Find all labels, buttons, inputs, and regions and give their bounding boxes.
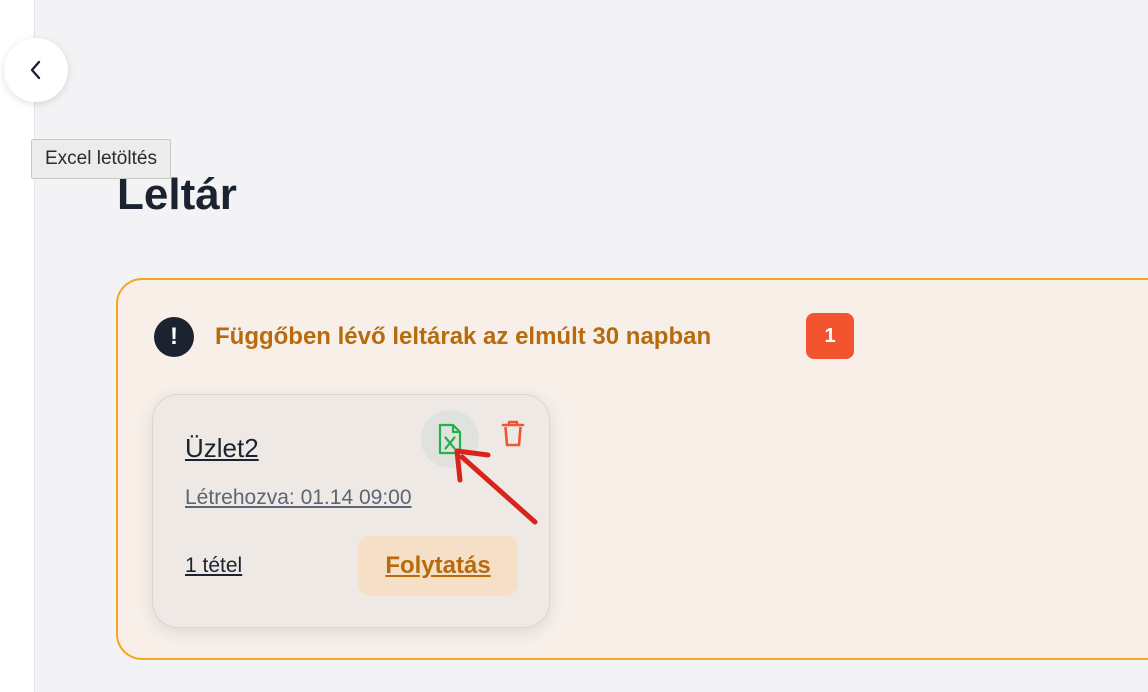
excel-download-button[interactable] xyxy=(421,410,479,468)
left-sidebar-strip xyxy=(0,0,35,692)
pending-inventories-heading: Függőben lévő leltárak az elmúlt 30 napb… xyxy=(215,323,712,350)
item-count-link[interactable]: 1 tétel xyxy=(185,554,242,578)
collapse-sidebar-button[interactable] xyxy=(4,38,68,102)
continue-button[interactable]: Folytatás xyxy=(358,536,518,596)
trash-icon xyxy=(501,420,525,447)
page-title: Leltár xyxy=(117,170,237,219)
exclamation-circle-icon: ! xyxy=(154,317,194,357)
pending-inventories-panel: ! Függőben lévő leltárak az elmúlt 30 na… xyxy=(116,278,1148,660)
pending-count-badge: 1 xyxy=(806,313,854,359)
inventory-card: Üzlet2 Létrehozva: 01.14 09:00 1 tétel F… xyxy=(152,394,550,628)
page: Excel letöltés Leltár ! Függőben lévő le… xyxy=(0,0,1148,692)
chevron-left-icon xyxy=(30,60,41,80)
created-timestamp: Létrehozva: 01.14 09:00 xyxy=(185,486,412,509)
store-name-link[interactable]: Üzlet2 xyxy=(185,433,259,464)
excel-file-icon xyxy=(438,423,462,455)
delete-button[interactable] xyxy=(495,415,531,451)
